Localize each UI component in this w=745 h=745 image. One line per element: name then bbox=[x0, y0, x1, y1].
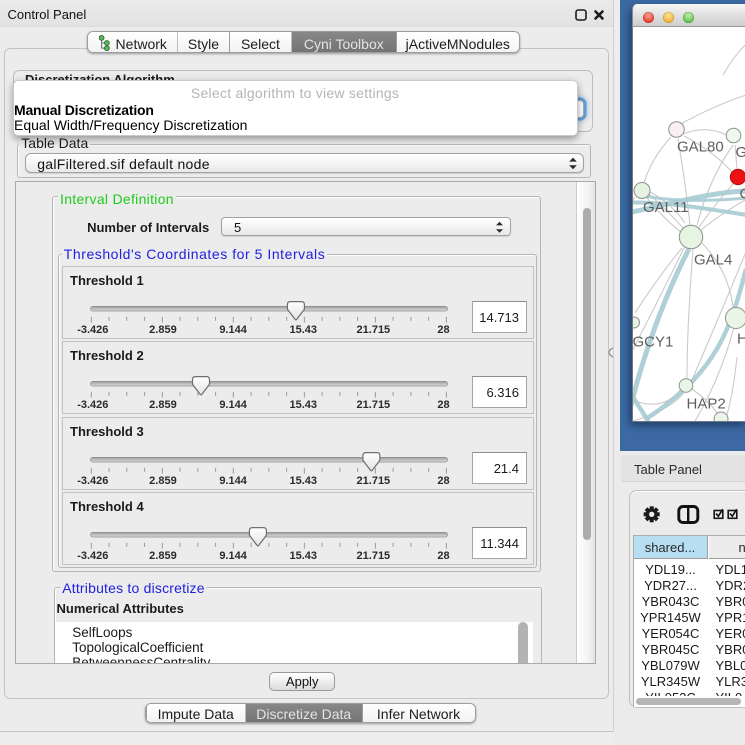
svg-text:GA: GA bbox=[736, 144, 745, 161]
svg-text:H: H bbox=[737, 331, 745, 348]
svg-text:GAL80: GAL80 bbox=[677, 139, 724, 156]
svg-text:GAL4: GAL4 bbox=[694, 252, 732, 269]
svg-text:GAL11: GAL11 bbox=[643, 199, 689, 216]
svg-text:C: C bbox=[740, 186, 745, 203]
svg-text:GCY1: GCY1 bbox=[633, 334, 673, 351]
svg-text:HAP2: HAP2 bbox=[687, 396, 726, 413]
